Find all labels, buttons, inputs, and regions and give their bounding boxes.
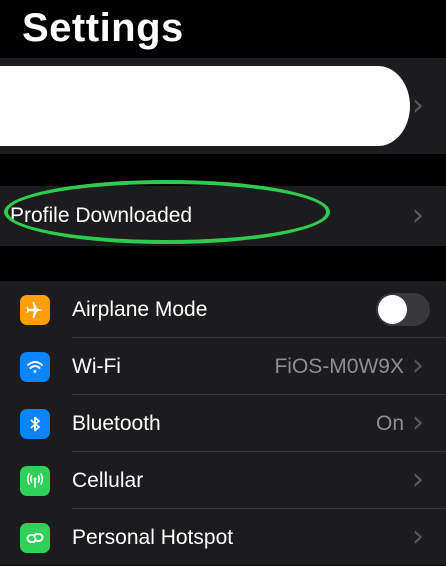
cellular-row[interactable]: Cellular [0,452,446,509]
bluetooth-row[interactable]: Bluetooth On [0,395,446,452]
chevron-right-icon [408,354,428,378]
personal-hotspot-label: Personal Hotspot [72,526,234,549]
wifi-icon [20,352,50,382]
wifi-row[interactable]: Wi-Fi FiOS-M0W9X [0,338,446,395]
airplane-mode-row[interactable]: Airplane Mode [0,281,446,338]
redaction-mark [0,66,410,146]
bluetooth-icon [20,409,50,439]
wifi-label: Wi-Fi [72,355,121,378]
chevron-right-icon [408,94,428,118]
cellular-label: Cellular [72,469,144,492]
settings-list: Airplane Mode Wi-Fi FiOS-M0W9X Bluetooth… [0,281,446,565]
cellular-icon [20,466,50,496]
bluetooth-label: Bluetooth [72,412,161,435]
chevron-right-icon [408,411,428,435]
personal-hotspot-row[interactable]: Personal Hotspot [0,509,446,566]
chevron-right-icon [408,468,428,492]
bluetooth-status-value: On [375,412,404,435]
airplane-mode-toggle[interactable] [376,293,430,326]
toggle-knob [378,295,407,324]
wifi-network-value: FiOS-M0W9X [274,355,404,378]
airplane-mode-label: Airplane Mode [72,298,208,321]
hotspot-icon [20,523,50,553]
highlight-annotation [4,180,330,244]
chevron-right-icon [408,525,428,549]
page-title: Settings [22,6,184,50]
chevron-right-icon [408,204,428,228]
airplane-icon [20,295,50,325]
